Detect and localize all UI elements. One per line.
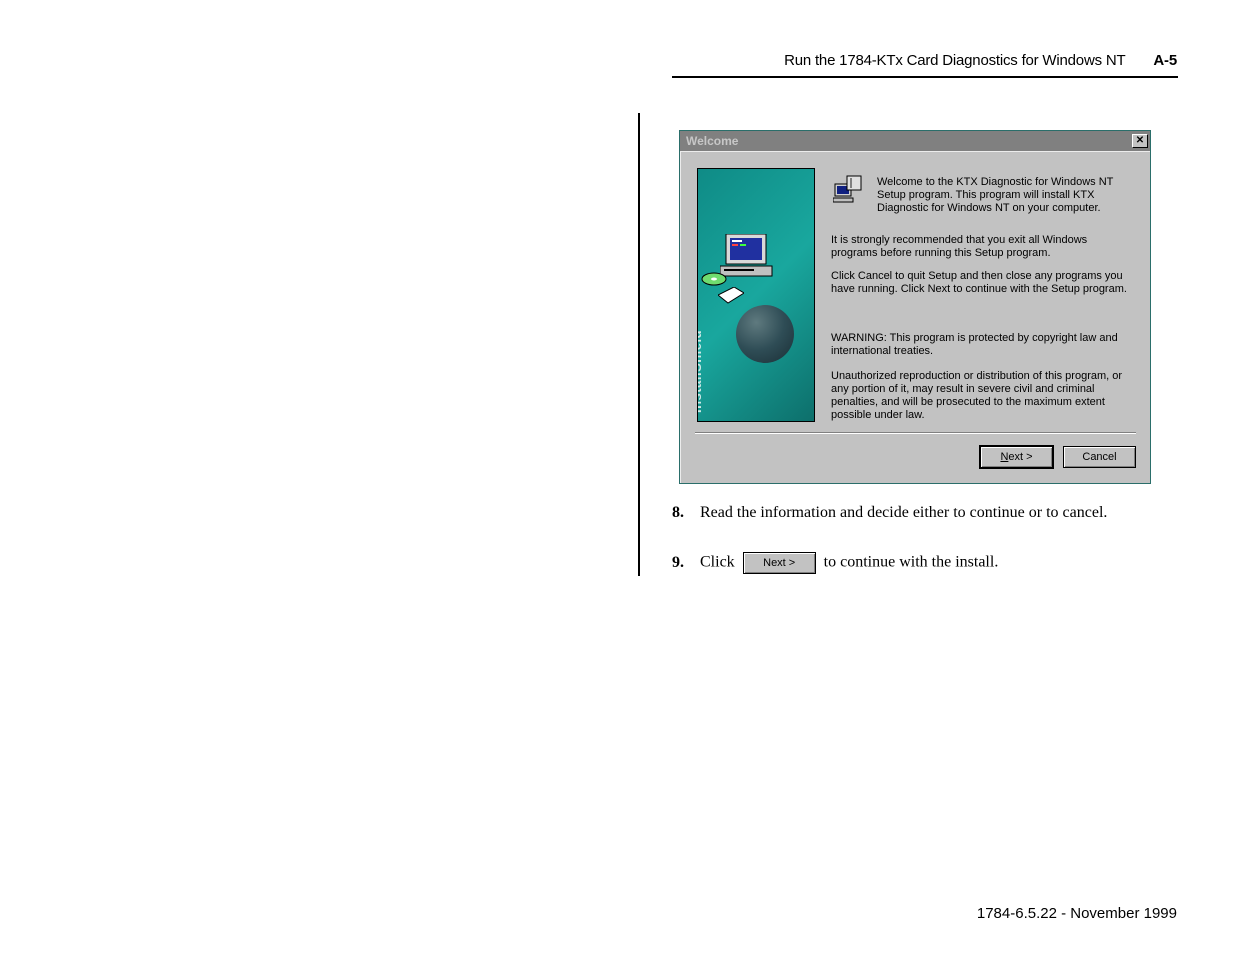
welcome-paragraph-3: Click Cancel to quit Setup and then clos… bbox=[831, 270, 1136, 296]
step-8: 8. Read the information and decide eithe… bbox=[672, 504, 1172, 522]
page-footer: 1784-6.5.22 - November 1999 bbox=[977, 905, 1177, 922]
step-8-number: 8. bbox=[672, 504, 696, 522]
close-button[interactable]: ✕ bbox=[1132, 134, 1148, 148]
dialog-titlebar: Welcome ✕ bbox=[680, 131, 1150, 151]
installer-side-graphic: InstallShield bbox=[697, 168, 815, 422]
inline-next-button: Next > bbox=[743, 552, 816, 574]
welcome-paragraph-1: Welcome to the KTX Diagnostic for Window… bbox=[877, 176, 1136, 215]
dialog-button-row: Next > Cancel bbox=[980, 446, 1136, 468]
globe-icon bbox=[736, 305, 794, 363]
header-rule bbox=[672, 76, 1178, 78]
step-9: 9. Click Next > to continue with the ins… bbox=[672, 552, 1172, 574]
next-button-label-rest: ext > bbox=[1008, 451, 1032, 463]
vertical-rule bbox=[638, 113, 640, 576]
step-8-text: Read the information and decide either t… bbox=[700, 504, 1107, 521]
computer-icon bbox=[720, 234, 780, 282]
paper-icon bbox=[718, 287, 744, 307]
welcome-dialog: Welcome ✕ bbox=[679, 130, 1151, 484]
welcome-paragraph-2: It is strongly recommended that you exit… bbox=[831, 234, 1136, 260]
manual-page: Run the 1784-KTx Card Diagnostics for Wi… bbox=[0, 0, 1235, 954]
close-icon: ✕ bbox=[1136, 135, 1144, 146]
header-title: Run the 1784-KTx Card Diagnostics for Wi… bbox=[784, 52, 1125, 69]
page-header: Run the 1784-KTx Card Diagnostics for Wi… bbox=[577, 52, 1177, 69]
inline-next-accel: N bbox=[763, 557, 771, 569]
dialog-title: Welcome bbox=[686, 134, 738, 148]
install-shield-label: InstallShield bbox=[697, 330, 704, 413]
step-9-number: 9. bbox=[672, 554, 696, 572]
dialog-body: InstallShield Welcome to the KTX Diagnos… bbox=[680, 151, 1150, 483]
next-button[interactable]: Next > bbox=[980, 446, 1053, 468]
cancel-button[interactable]: Cancel bbox=[1063, 446, 1136, 468]
welcome-paragraph-5: Unauthorized reproduction or distributio… bbox=[831, 370, 1136, 422]
header-page-number: A-5 bbox=[1153, 52, 1177, 69]
step-9-text-pre: Click bbox=[700, 554, 739, 571]
step-9-text-post: to continue with the install. bbox=[824, 554, 999, 571]
welcome-paragraph-4: WARNING: This program is protected by co… bbox=[831, 332, 1136, 358]
cancel-button-label: Cancel bbox=[1082, 451, 1116, 463]
inline-next-rest: ext > bbox=[771, 557, 795, 569]
setup-icon bbox=[833, 174, 863, 204]
dialog-separator bbox=[695, 432, 1136, 434]
cd-icon bbox=[700, 269, 728, 289]
